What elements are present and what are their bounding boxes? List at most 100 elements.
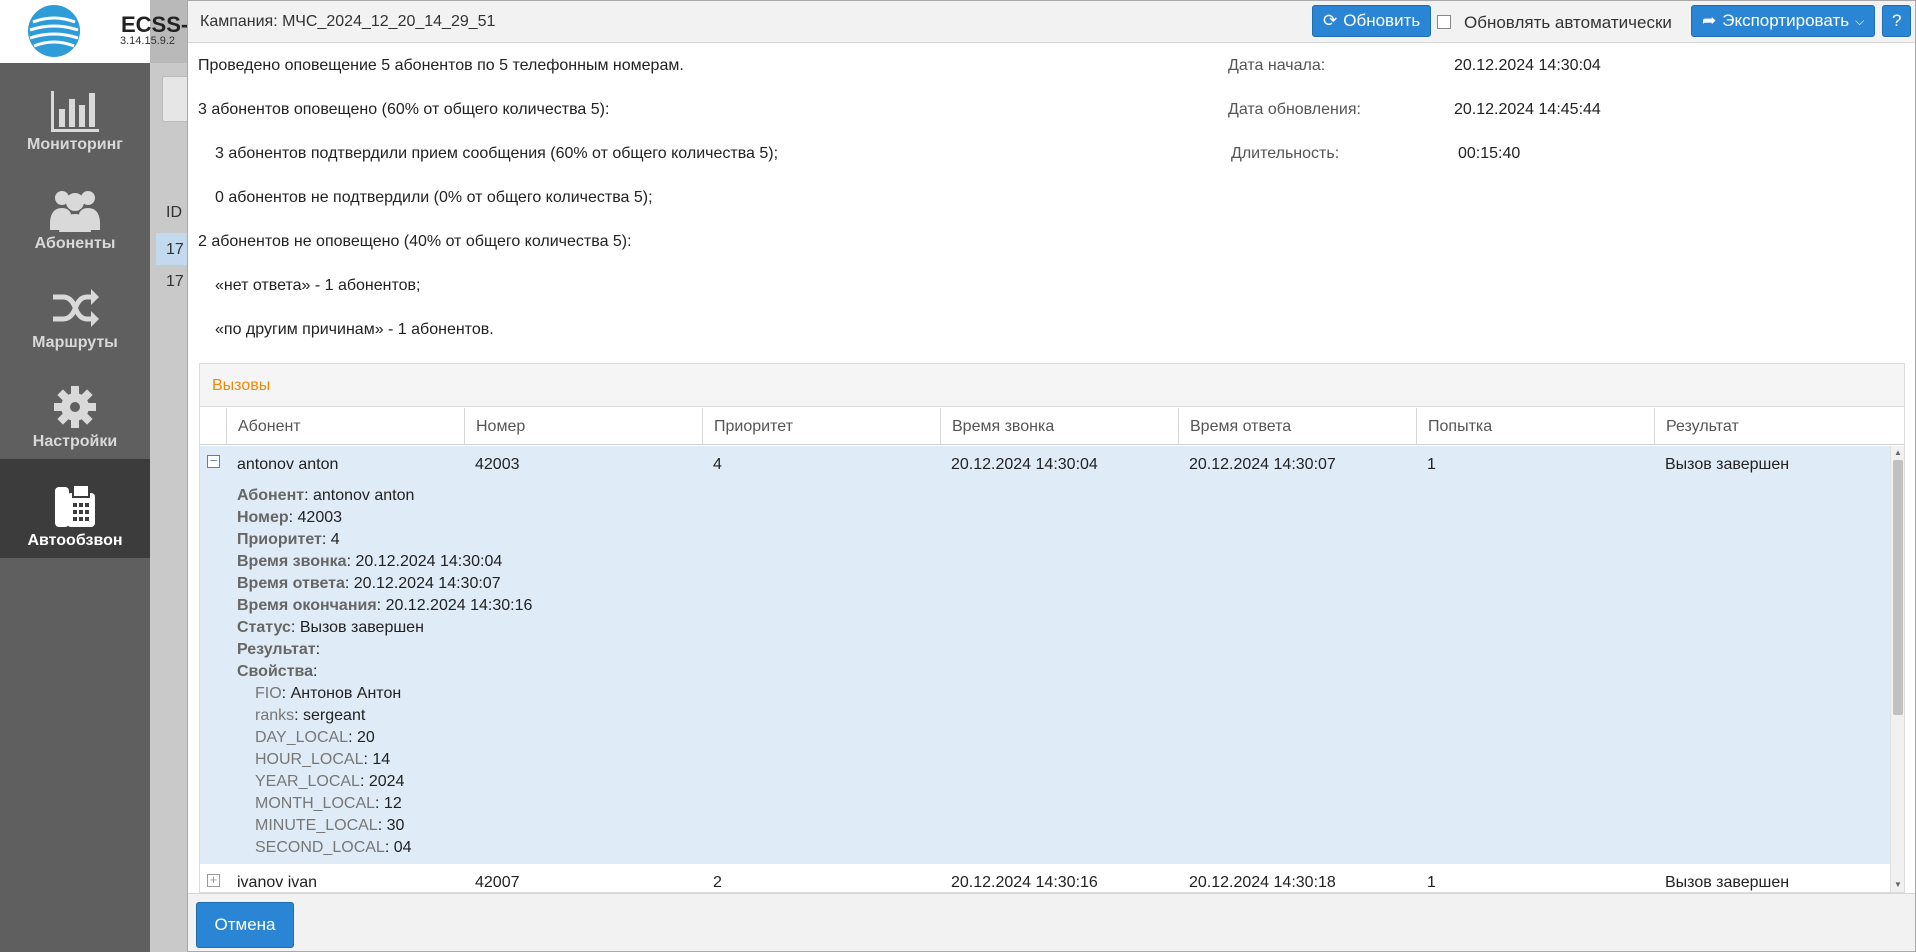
calls-grid-body: − antonov anton 42003 4 20.12.2024 14:30… xyxy=(200,446,1904,892)
summary-line: Проведено оповещение 5 абонентов по 5 те… xyxy=(198,57,684,74)
updated-date-label: Дата обновления: xyxy=(1228,101,1361,118)
cell-result: Вызов завершен xyxy=(1665,456,1790,473)
detail-result: Результат: xyxy=(237,641,321,658)
property-value: 20 xyxy=(356,729,375,746)
share-icon: ➦ xyxy=(1702,11,1717,30)
property-value: 04 xyxy=(393,839,412,856)
property-line: MINUTE_LOCAL: 30 xyxy=(255,817,405,834)
scroll-down-icon[interactable]: ▼ xyxy=(1893,880,1903,890)
detail-key: Время звонка xyxy=(237,553,347,570)
fax-phone-icon xyxy=(55,484,95,527)
property-line: ranks: sergeant xyxy=(255,707,366,724)
sidebar-item-subscribers[interactable]: Абоненты xyxy=(0,162,150,261)
brand-area: ECSS- 3.14.15.9.2 xyxy=(0,0,188,63)
summary-line: 3 абонентов оповещено (60% от общего кол… xyxy=(198,101,610,118)
cell-result: Вызов завершен xyxy=(1665,874,1790,891)
refresh-button-label: Обновить xyxy=(1343,11,1421,30)
detail-key: Время окончания xyxy=(237,597,377,614)
help-button[interactable]: ? xyxy=(1882,5,1912,37)
scroll-thumb[interactable] xyxy=(1893,460,1903,715)
column-header-answer-time[interactable]: Время ответа xyxy=(1178,408,1416,445)
column-header-number[interactable]: Номер xyxy=(464,408,702,445)
cell-attempt: 1 xyxy=(1427,874,1436,891)
detail-key: Результат xyxy=(237,641,316,658)
export-button[interactable]: ➦ Экспортировать ⌵ xyxy=(1691,5,1876,37)
table-row[interactable]: + ivanov ivan 42007 2 20.12.2024 14:30:1… xyxy=(200,864,1890,892)
property-value: sergeant xyxy=(303,707,366,724)
app-sidebar: ECSS- 3.14.15.9.2 Мониторинг Абоненты Ма… xyxy=(0,0,188,952)
column-header-attempt[interactable]: Попытка xyxy=(1416,408,1654,445)
collapse-icon[interactable]: − xyxy=(207,454,220,468)
property-value: Антонов Антон xyxy=(290,685,402,702)
auto-refresh-label: Обновлять автоматически xyxy=(1464,13,1672,32)
calls-panel-title: Вызовы xyxy=(212,377,271,394)
export-button-label: Экспортировать xyxy=(1722,11,1850,30)
column-header-result[interactable]: Результат xyxy=(1654,408,1904,445)
help-button-label: ? xyxy=(1892,11,1902,30)
detail-end-time: Время окончания: 20.12.2024 14:30:16 xyxy=(237,597,533,614)
dialog-header: Кампания: МЧС_2024_12_20_14_29_51 ⟳ Обно… xyxy=(188,1,1915,43)
background-table-row: 17 xyxy=(166,273,184,290)
sidebar-item-settings[interactable]: Настройки xyxy=(0,360,150,459)
detail-key: Время ответа xyxy=(237,575,345,592)
summary-line: «по другим причинам» - 1 абонентов. xyxy=(215,321,494,338)
cell-answer-time: 20.12.2024 14:30:18 xyxy=(1189,874,1336,891)
cell-priority: 4 xyxy=(713,456,722,473)
calls-grid-header: Абонент Номер Приоритет Время звонка Вре… xyxy=(200,408,1904,445)
detail-value: Вызов завершен xyxy=(299,619,424,636)
property-line: DAY_LOCAL: 20 xyxy=(255,729,375,746)
sidebar-item-monitoring[interactable]: Мониторинг xyxy=(0,63,150,162)
column-header-priority[interactable]: Приоритет xyxy=(702,408,940,445)
cell-answer-time: 20.12.2024 14:30:07 xyxy=(1189,456,1336,473)
table-row[interactable]: − antonov anton 42003 4 20.12.2024 14:30… xyxy=(200,446,1890,864)
dialog-footer: Отмена xyxy=(188,893,1915,951)
property-line: FIO: Антонов Антон xyxy=(255,685,402,702)
cell-attempt: 1 xyxy=(1427,456,1436,473)
column-header-call-time[interactable]: Время звонка xyxy=(940,408,1178,445)
detail-key: Номер xyxy=(237,509,289,526)
shuffle-icon xyxy=(53,289,99,327)
expand-icon[interactable]: + xyxy=(207,873,220,887)
calls-panel-header: Вызовы xyxy=(200,364,1904,407)
refresh-button[interactable]: ⟳ Обновить xyxy=(1312,5,1432,37)
detail-value: 42003 xyxy=(297,509,343,526)
detail-properties: Свойства: xyxy=(237,663,318,680)
property-value: 14 xyxy=(372,751,391,768)
sidebar-item-autodial[interactable]: Автообзвон xyxy=(0,459,150,558)
sidebar-item-routes[interactable]: Маршруты xyxy=(0,261,150,360)
auto-refresh-checkbox[interactable] xyxy=(1437,15,1451,29)
updated-date-value: 20.12.2024 14:45:44 xyxy=(1454,101,1601,118)
sidebar-item-label: Автообзвон xyxy=(27,532,123,549)
background-column-header: ID xyxy=(166,204,182,221)
property-key: DAY_LOCAL xyxy=(255,729,349,746)
sidebar-item-label: Абоненты xyxy=(34,235,116,252)
property-key: ranks xyxy=(255,707,295,724)
summary-line: 2 абонентов не оповещено (40% от общего … xyxy=(198,233,632,250)
duration-value: 00:15:40 xyxy=(1458,145,1521,162)
cancel-button[interactable]: Отмена xyxy=(196,902,294,948)
summary-line: «нет ответа» - 1 абонентов; xyxy=(215,277,421,294)
scroll-up-icon[interactable]: ▲ xyxy=(1893,448,1903,458)
column-header-subscriber[interactable]: Абонент xyxy=(226,408,464,445)
sidebar-item-label: Маршруты xyxy=(32,334,118,351)
detail-value: 20.12.2024 14:30:16 xyxy=(385,597,533,614)
detail-value: 20.12.2024 14:30:07 xyxy=(353,575,501,592)
cell-call-time: 20.12.2024 14:30:04 xyxy=(951,456,1098,473)
cell-call-time: 20.12.2024 14:30:16 xyxy=(951,874,1098,891)
calls-scrollbar[interactable]: ▲ ▼ xyxy=(1890,446,1904,892)
property-key: MONTH_LOCAL xyxy=(255,795,376,812)
property-line: YEAR_LOCAL: 2024 xyxy=(255,773,405,790)
start-date-label: Дата начала: xyxy=(1228,57,1326,74)
property-line: MONTH_LOCAL: 12 xyxy=(255,795,402,812)
property-key: SECOND_LOCAL xyxy=(255,839,385,856)
property-value: 2024 xyxy=(368,773,405,790)
summary-line: 0 абонентов не подтвердили (0% от общего… xyxy=(215,189,653,206)
sidebar-item-label: Мониторинг xyxy=(27,136,123,153)
gear-icon xyxy=(54,386,96,428)
detail-value: antonov anton xyxy=(312,487,415,504)
detail-call-time: Время звонка: 20.12.2024 14:30:04 xyxy=(237,553,503,570)
detail-answer-time: Время ответа: 20.12.2024 14:30:07 xyxy=(237,575,501,592)
detail-key: Абонент xyxy=(237,487,305,504)
expander-column-header xyxy=(200,408,226,445)
background-table-row: 17 xyxy=(156,233,190,265)
